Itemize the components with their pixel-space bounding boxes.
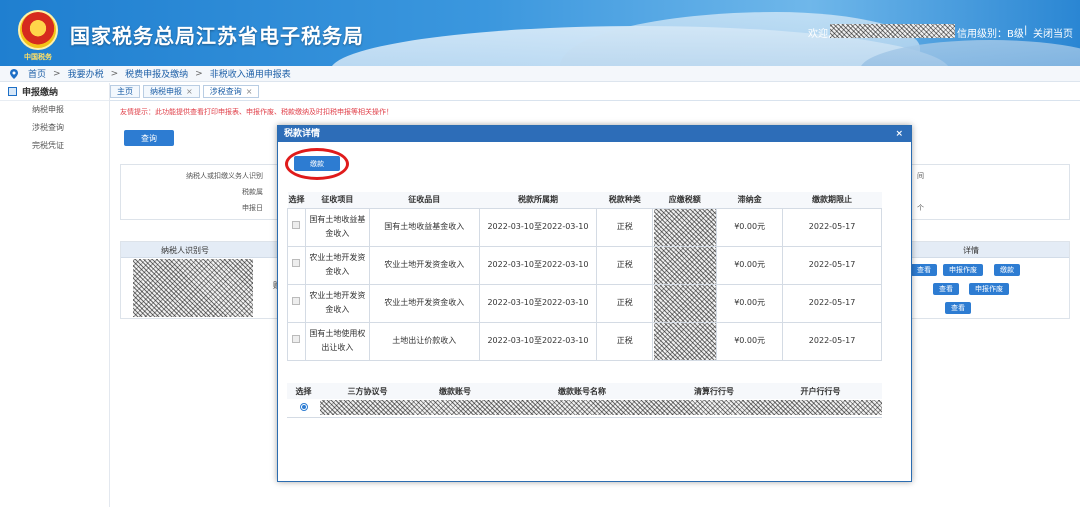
sidebar-item-tax-query[interactable]: 涉税查询 <box>0 119 109 137</box>
col-levy-item: 征收项目 <box>305 192 370 209</box>
col-taxpayer-id: 纳税人识别号 <box>161 246 209 255</box>
dialog-title-bar: 税款详情 × <box>278 126 911 142</box>
close-icon[interactable]: × <box>246 87 253 96</box>
breadcrumb: 首页 > 我要办税 > 税费申报及缴纳 > 非税收入通用申报表 <box>0 66 1080 82</box>
emblem-caption: 中国税务 <box>24 53 52 61</box>
col-deadline: 缴款期限止 <box>782 192 882 209</box>
col-opening-bank: 开户行行号 <box>759 383 882 399</box>
welcome-text: 欢迎, <box>808 29 832 40</box>
redacted-amount <box>653 284 716 322</box>
close-icon[interactable]: × <box>895 126 903 142</box>
close-page-link[interactable]: 关闭当页 <box>1033 25 1073 40</box>
col-tax-payable: 应缴税额 <box>652 192 717 209</box>
credit-level: 信用级别：B级 <box>957 29 1024 40</box>
col-details: 详情 <box>963 246 979 255</box>
redacted-amount <box>653 322 716 360</box>
dialog-title: 税款详情 <box>284 129 321 139</box>
col-select: 选择 <box>287 383 320 399</box>
row-checkbox[interactable] <box>292 297 301 305</box>
tab-bar: 主页 纳税申报 × 涉税查询 × <box>110 85 262 99</box>
tab-home[interactable]: 主页 <box>110 85 140 98</box>
tab-tax-query[interactable]: 涉税查询 × <box>202 85 260 98</box>
site-title: 国家税务总局江苏省电子税务局 <box>70 24 364 48</box>
query-button[interactable]: 查询 <box>124 130 174 146</box>
breadcrumb-declaration[interactable]: 税费申报及缴纳 <box>125 67 188 80</box>
redacted-amount <box>653 208 716 246</box>
breadcrumb-home[interactable]: 首页 <box>28 67 46 80</box>
pay-button[interactable]: 缴款 <box>994 264 1020 276</box>
payment-account-table: 选择 三方协议号 缴款账号 缴款账号名称 清算行行号 开户行行号 <box>287 383 882 418</box>
row-checkbox[interactable] <box>292 259 301 267</box>
form-label-date: 申报日 <box>242 204 263 212</box>
col-tax-period: 税款所属期 <box>479 192 597 209</box>
menu-box-icon <box>8 87 17 96</box>
highlight-annotation <box>285 148 349 180</box>
site-header: 中国税务 国家税务总局江苏省电子税务局 欢迎, 信用级别：B级 | 关闭当页 <box>0 0 1080 66</box>
breadcrumb-current: 非税收入通用申报表 <box>209 70 291 80</box>
location-pin-icon <box>10 68 18 79</box>
left-sidebar: 申报缴纳 纳税申报 涉税查询 完税凭证 <box>0 83 110 507</box>
redacted-amount <box>653 246 716 284</box>
table-row: 农业土地开发资金收入 农业土地开发资金收入 2022-03-10至2022-03… <box>287 246 882 285</box>
breadcrumb-tax-handling[interactable]: 我要办税 <box>68 67 104 80</box>
sidebar-heading[interactable]: 申报缴纳 <box>0 83 109 101</box>
row-checkbox[interactable] <box>292 335 301 343</box>
view-button[interactable]: 查看 <box>933 283 959 295</box>
header-mountain-decoration <box>560 12 920 66</box>
redacted-account-info <box>320 400 882 416</box>
table-row <box>287 399 882 418</box>
form-label-partial: 间 <box>917 172 924 180</box>
friendly-tip: 友情提示：此功能提供查看打印申报表、申报作废、税款缴纳及时扣税申报等相关操作！ <box>120 108 393 116</box>
row-checkbox[interactable] <box>292 221 301 229</box>
sidebar-item-declaration[interactable]: 纳税申报 <box>0 101 109 119</box>
form-label-taxpayer: 纳税人或扣缴义务人识别 <box>186 172 263 180</box>
tab-declaration[interactable]: 纳税申报 × <box>143 85 200 98</box>
col-late-fee: 滞纳金 <box>716 192 783 209</box>
col-select: 选择 <box>287 192 306 209</box>
account-radio[interactable] <box>299 402 308 411</box>
close-icon[interactable]: × <box>186 87 193 96</box>
redacted-taxpayer-id <box>133 259 253 317</box>
view-button[interactable]: 查看 <box>911 264 937 276</box>
table-row: 农业土地开发资金收入 农业土地开发资金收入 2022-03-10至2022-03… <box>287 284 882 323</box>
void-declaration-button[interactable]: 申报作废 <box>943 264 983 276</box>
form-label-period: 税款属 <box>242 188 263 196</box>
view-button[interactable]: 查看 <box>945 302 971 314</box>
table-row: 国有土地使用权出让收入 土地出让价款收入 2022-03-10至2022-03-… <box>287 322 882 361</box>
void-declaration-button[interactable]: 申报作废 <box>969 283 1009 295</box>
table-header-row: 选择 三方协议号 缴款账号 缴款账号名称 清算行行号 开户行行号 <box>287 383 882 399</box>
table-row: 国有土地收益基金收入 国有土地收益基金收入 2022-03-10至2022-03… <box>287 208 882 247</box>
col-levy-subitem: 征收品目 <box>369 192 480 209</box>
col-clearing-bank: 清算行行号 <box>669 383 759 399</box>
col-agreement-no: 三方协议号 <box>320 383 415 399</box>
tax-emblem-icon <box>18 10 58 50</box>
col-account-no: 缴款账号 <box>415 383 495 399</box>
sidebar-item-certificate[interactable]: 完税凭证 <box>0 137 109 155</box>
col-account-name: 缴款账号名称 <box>495 383 669 399</box>
col-tax-kind: 税款种类 <box>596 192 653 209</box>
form-label-partial: 个 <box>917 204 924 212</box>
tax-details-dialog: 税款详情 × 缴款 选择 征收项目 征收品目 税款所属期 税款种类 应缴税额 滞… <box>277 125 912 482</box>
tax-details-table: 选择 征收项目 征收品目 税款所属期 税款种类 应缴税额 滞纳金 缴款期限止 国… <box>287 192 882 361</box>
redacted-username <box>830 24 955 38</box>
header-separator: | <box>1024 25 1028 36</box>
table-header-row: 选择 征收项目 征收品目 税款所属期 税款种类 应缴税额 滞纳金 缴款期限止 <box>287 192 882 209</box>
